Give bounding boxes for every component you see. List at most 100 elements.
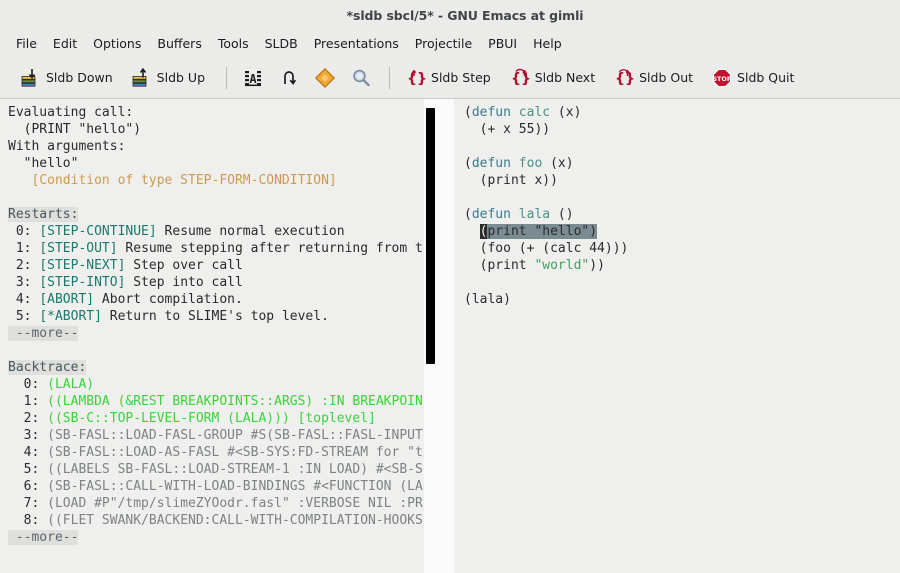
sldb-backtrace-frame[interactable]: 2: ((SB-C::TOP-LEVEL-FORM (LALA))) [topl… — [8, 410, 424, 427]
toolbar-button-inspect-magnifier[interactable] — [344, 65, 378, 91]
sldb-backtrace-frame[interactable]: 7: (LOAD #P"/tmp/slimeZYOodr.fasl" :VERB… — [8, 495, 424, 512]
sldb-restart-row[interactable]: 0: [STEP-CONTINUE] Resume normal executi… — [8, 223, 424, 240]
source-token: ( — [464, 207, 472, 222]
menu-item-presentations[interactable]: Presentations — [306, 34, 407, 53]
source-token: (x) — [550, 105, 582, 120]
sldb-backtrace-frame[interactable]: 3: (SB-FASL::LOAD-FASL-GROUP #S(SB-FASL:… — [8, 427, 424, 444]
sldb-backtrace-frame[interactable]: 5: ((LABELS SB-FASL::LOAD-STREAM-1 :IN L… — [8, 461, 424, 478]
sldb-buffer-text[interactable]: Evaluating call: (PRINT "hello") With arg… — [0, 99, 424, 573]
restart-description: Abort compilation. — [94, 292, 243, 307]
sldb-restart-row[interactable]: 2: [STEP-NEXT] Step over call — [8, 257, 424, 274]
restart-index: 1: — [8, 241, 32, 256]
menu-bar: File Edit Options Buffers Tools SLDB Presentat… — [0, 30, 900, 57]
toolbar-button-label: Sldb Out — [639, 70, 694, 85]
toolbar-button-sldb-next[interactable]: {} Sldb Next — [503, 65, 601, 91]
toolbar-button-label: Sldb Step — [431, 70, 491, 85]
window-divider — [437, 99, 454, 573]
sldb-scrollbar[interactable] — [424, 99, 437, 573]
sldb-backtrace-more-line: --more-- — [8, 529, 424, 546]
svg-text:}: } — [521, 71, 531, 87]
details-icon: A — [242, 67, 264, 89]
source-line: (print x)) — [464, 172, 900, 189]
source-line: (lala) — [464, 291, 900, 308]
toolbar-button-sldb-up[interactable]: Sldb Up — [125, 65, 211, 91]
source-line: (defun calc (x) — [464, 104, 900, 121]
restart-description: Step over call — [125, 258, 243, 273]
restart-description: Step into call — [125, 275, 243, 290]
sldb-scrollbar-thumb[interactable] — [426, 108, 435, 365]
menu-item-options[interactable]: Options — [85, 34, 149, 53]
toolbar-button-label: Sldb Up — [156, 70, 206, 85]
frame-index: 4: — [8, 445, 40, 460]
menu-item-help[interactable]: Help — [525, 34, 570, 53]
step-braces-icon: {} — [405, 67, 427, 89]
sldb-restart-row[interactable]: 1: [STEP-OUT] Resume stepping after retu… — [8, 240, 424, 257]
source-buffer-text[interactable]: (defun calc (x) (+ x 55)) (defun foo (x)… — [454, 99, 900, 308]
sldb-condition-line: Evaluating call: — [8, 104, 424, 121]
restart-name: [*ABORT] — [39, 309, 102, 324]
sldb-backtrace-frame[interactable]: 6: (SB-FASL::CALL-WITH-LOAD-BINDINGS #<F… — [8, 478, 424, 495]
frame-text: (LOAD #P"/tmp/slimeZYOodr.fasl" :VERBOSE… — [39, 496, 423, 511]
title-bar: *sldb sbcl/5* - GNU Emacs at gimli — [0, 0, 900, 30]
frame-text: (SB-FASL::CALL-WITH-LOAD-BINDINGS #<FUNC… — [39, 479, 423, 494]
toolbar-button-label: Sldb Quit — [737, 70, 795, 85]
restart-index: 2: — [8, 258, 32, 273]
menu-item-pbui[interactable]: PBUI — [480, 34, 525, 53]
sldb-restart-row[interactable]: 5: [*ABORT] Return to SLIME's top level. — [8, 308, 424, 325]
restart-description: Resume stepping after returning from t — [117, 241, 423, 256]
toolbar-button-sldb-out[interactable]: {} Sldb Out — [607, 65, 699, 91]
sldb-backtrace-frame[interactable]: 1: ((LAMBDA (&REST BREAKPOINTS::ARGS) :I… — [8, 393, 424, 410]
sldb-restarts-header-line: Restarts: — [8, 206, 424, 223]
sldb-restart-row[interactable]: 3: [STEP-INTO] Step into call — [8, 274, 424, 291]
source-token: (x) — [542, 156, 574, 171]
source-token: calc — [518, 105, 551, 120]
restart-index: 3: — [8, 275, 32, 290]
frame-text: ((FLET SWANK/BACKEND:CALL-WITH-COMPILATI… — [39, 513, 423, 528]
condition-text: (PRINT "hello") — [8, 122, 142, 137]
window-area: Evaluating call: (PRINT "hello") With arg… — [0, 99, 900, 573]
restart-index: 4: — [8, 292, 32, 307]
sldb-backtrace-frame[interactable]: 4: (SB-FASL::LOAD-AS-FASL #<SB-SYS:FD-ST… — [8, 444, 424, 461]
source-token — [511, 156, 519, 171]
toolbar-button-details[interactable]: A — [236, 65, 270, 91]
toolbar-button-sldb-quit[interactable]: STOP Sldb Quit — [705, 65, 800, 91]
sldb-condition-line: "hello" — [8, 155, 424, 172]
condition-text: Evaluating call: — [8, 105, 134, 120]
source-token: () — [550, 207, 574, 222]
menu-item-file[interactable]: File — [8, 34, 45, 53]
source-line — [464, 189, 900, 206]
condition-text: "hello" — [8, 156, 79, 171]
sldb-condition-line: With arguments: — [8, 138, 424, 155]
toolbar-button-eval-diamond[interactable] — [308, 65, 342, 91]
menu-item-sldb[interactable]: SLDB — [257, 34, 306, 53]
sldb-restart-row[interactable]: 4: [ABORT] Abort compilation. — [8, 291, 424, 308]
toolbar-button-label: Sldb Next — [534, 70, 596, 85]
source-token: lala — [518, 207, 551, 222]
svg-text:{: { — [511, 71, 521, 87]
source-token: defun — [471, 156, 511, 171]
source-token: (print x)) — [464, 173, 558, 188]
backtrace-header: Backtrace: — [8, 360, 87, 375]
source-token — [511, 207, 519, 222]
window-title: *sldb sbcl/5* - GNU Emacs at gimli — [346, 7, 584, 23]
menu-item-buffers[interactable]: Buffers — [149, 34, 209, 53]
next-braces-icon: {} — [509, 67, 531, 89]
menu-item-projectile[interactable]: Projectile — [407, 34, 480, 53]
menu-item-tools[interactable]: Tools — [210, 34, 257, 53]
restarts-header: Restarts: — [8, 207, 79, 222]
source-line: (defun foo (x) — [464, 155, 900, 172]
restart-name: [STEP-INTO] — [39, 275, 126, 290]
toolbar-button-restart-arrow[interactable] — [272, 65, 306, 91]
frame-index: 6: — [8, 479, 40, 494]
sldb-backtrace-frame[interactable]: 0: (LALA) — [8, 376, 424, 393]
source-token: defun — [471, 105, 511, 120]
source-token: (+ x 55)) — [464, 122, 551, 137]
source-line: (foo (+ (calc 44))) — [464, 240, 900, 257]
menu-item-edit[interactable]: Edit — [45, 34, 85, 53]
toolbar-button-sldb-step[interactable]: {} Sldb Step — [399, 65, 497, 91]
toolbar-button-sldb-down[interactable]: Sldb Down — [14, 65, 119, 91]
svg-text:STOP: STOP — [712, 75, 731, 83]
sldb-backtrace-frame[interactable]: 8: ((FLET SWANK/BACKEND:CALL-WITH-COMPIL… — [8, 512, 424, 529]
